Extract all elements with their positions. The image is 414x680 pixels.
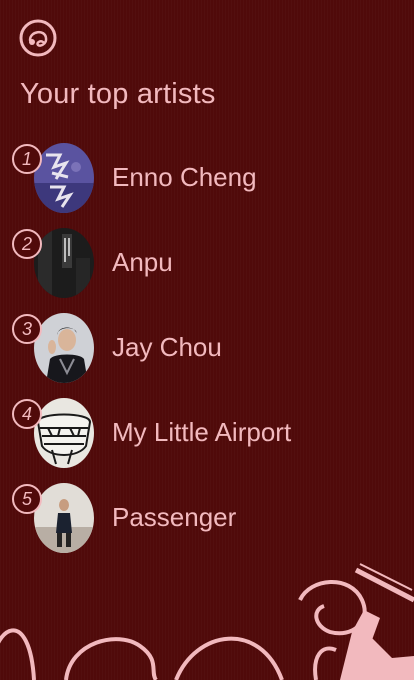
- rank-badge: 3: [12, 314, 42, 344]
- artist-row[interactable]: 3 Jay Chou: [0, 308, 414, 393]
- rank-badge: 2: [12, 229, 42, 259]
- artist-name: Passenger: [112, 502, 237, 532]
- artist-name: Jay Chou: [112, 332, 222, 362]
- rank-badge: 5: [12, 484, 42, 514]
- artist-avatar: [34, 483, 94, 553]
- app-logo-icon: [19, 19, 57, 57]
- rank-badge: 4: [12, 399, 42, 429]
- artist-name: My Little Airport: [112, 417, 292, 447]
- artist-row[interactable]: 1 Enno Cheng: [0, 138, 414, 223]
- artist-list: 1 Enno Cheng 2 Anpu 3 Jay Chou 4 My Litt…: [0, 138, 414, 563]
- decorative-lines: [0, 563, 414, 680]
- artist-avatar: [34, 143, 94, 213]
- artist-name: Enno Cheng: [112, 162, 257, 192]
- artist-avatar: [34, 313, 94, 383]
- page-title: Your top artists: [20, 78, 216, 110]
- artist-row[interactable]: 4 My Little Airport: [0, 393, 414, 478]
- artist-row[interactable]: 2 Anpu: [0, 223, 414, 308]
- rank-badge: 1: [12, 144, 42, 174]
- artist-name: Anpu: [112, 247, 173, 277]
- artist-row[interactable]: 5 Passenger: [0, 478, 414, 563]
- artist-avatar: [34, 398, 94, 468]
- artist-avatar: [34, 228, 94, 298]
